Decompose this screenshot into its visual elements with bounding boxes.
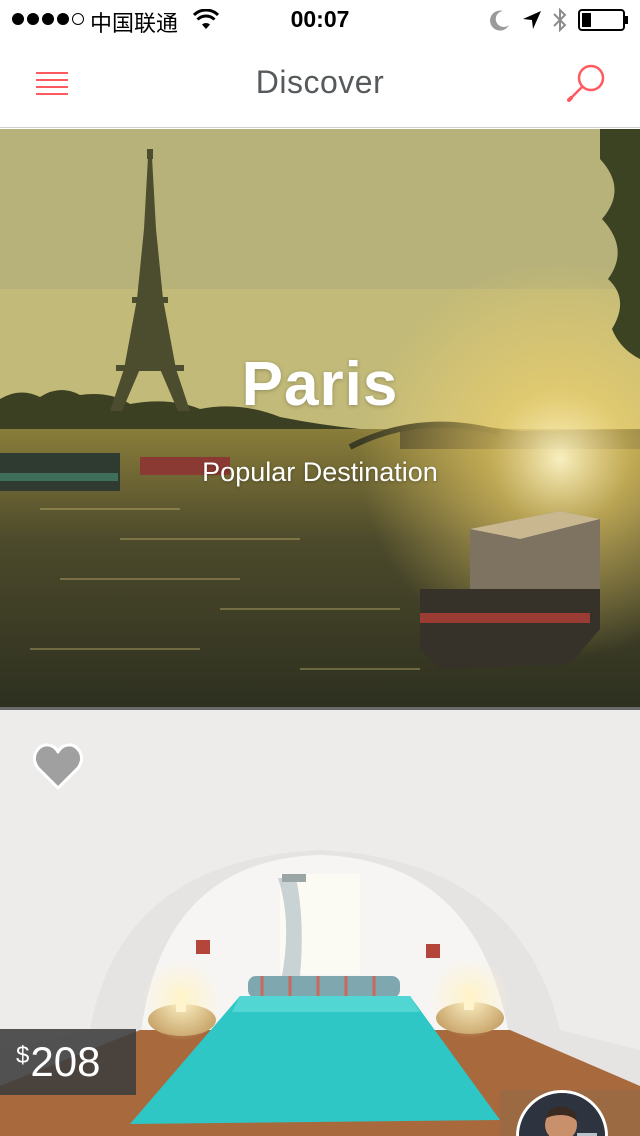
- location-arrow-icon: [523, 11, 541, 29]
- status-time: 00:07: [290, 6, 350, 32]
- search-button[interactable]: [562, 60, 612, 110]
- battery-icon: [578, 9, 628, 31]
- heart-icon: [32, 743, 84, 790]
- destination-subtitle: Popular Destination: [202, 457, 438, 487]
- listing-card[interactable]: $ 208: [0, 710, 640, 1136]
- price-currency: $: [16, 1042, 30, 1069]
- price-amount: 208: [30, 1038, 101, 1085]
- price-badge: $ 208: [0, 1029, 136, 1095]
- page-title: Discover: [255, 64, 385, 100]
- status-bar: 中国联通 00:07: [0, 0, 640, 40]
- moon-icon: [490, 10, 509, 31]
- destination-title: Paris: [241, 350, 399, 419]
- bluetooth-icon: [553, 7, 567, 33]
- favorite-button[interactable]: [30, 738, 86, 794]
- destination-card[interactable]: Paris Popular Destination: [0, 129, 640, 707]
- search-icon: [567, 64, 605, 102]
- navigation-bar: Discover: [0, 40, 640, 128]
